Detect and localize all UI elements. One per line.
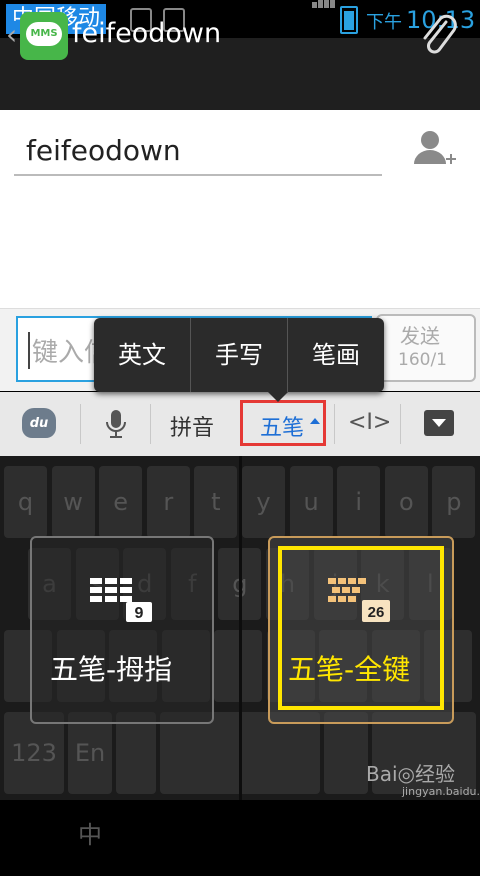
caret-up-icon	[310, 418, 320, 424]
toolbar-divider	[150, 404, 151, 444]
cursor-move-icon[interactable]: <I>	[348, 410, 391, 435]
key-o[interactable]: o	[384, 466, 428, 538]
key-comma[interactable]	[116, 712, 156, 794]
hide-keyboard-icon[interactable]	[424, 410, 454, 436]
baidu-ime-logo-icon[interactable]: du	[22, 408, 56, 438]
popup-item-stroke[interactable]: 笔画	[288, 318, 384, 392]
baidu-watermark: Bai◎经验 jingyan.baidu.com	[366, 758, 480, 798]
popup-pointer	[268, 392, 288, 402]
key-y[interactable]: y	[242, 466, 285, 538]
input-mode-popup: 英文 手写 笔画	[94, 318, 384, 392]
watermark-brand: Bai◎经验	[366, 762, 455, 786]
recipient-field[interactable]: feifeodown	[14, 126, 382, 176]
watermark-url: jingyan.baidu.com	[402, 785, 480, 798]
key-t[interactable]: t	[194, 466, 238, 538]
key-r[interactable]: r	[146, 466, 190, 538]
key-e[interactable]: e	[99, 466, 143, 538]
mms-app-icon[interactable]: MMS	[20, 12, 68, 60]
paperclip-icon[interactable]	[416, 12, 460, 56]
battery-icon	[340, 6, 358, 34]
keyboard-divider	[239, 456, 242, 800]
wubi-thumb-label: 五笔-拇指	[50, 653, 173, 686]
conversation-title: feifeodown	[72, 18, 222, 49]
toolbar-divider	[334, 404, 335, 444]
key-q[interactable]: q	[4, 466, 47, 538]
send-label: 发送	[400, 324, 440, 348]
full-badge: 26	[368, 604, 385, 621]
tab-wubi[interactable]: 五笔	[260, 410, 304, 442]
clock-ampm: 下午	[366, 12, 402, 33]
add-contact-icon[interactable]	[410, 128, 458, 172]
tab-pinyin[interactable]: 拼音	[170, 410, 214, 442]
popup-item-english[interactable]: 英文	[94, 318, 191, 392]
thumb-keypad-icon: 9	[90, 578, 152, 622]
toolbar-divider	[400, 404, 401, 444]
key-period[interactable]	[324, 712, 368, 794]
char-counter: 160/1	[398, 350, 447, 370]
key-u[interactable]: u	[289, 466, 333, 538]
recipient-value: feifeodown	[26, 134, 181, 167]
popup-item-handwriting[interactable]: 手写	[191, 318, 288, 392]
mms-icon-label: MMS	[26, 22, 62, 46]
key-w[interactable]: w	[51, 466, 95, 538]
key-p[interactable]: p	[432, 466, 476, 538]
back-chevron-icon[interactable]: ‹	[6, 18, 17, 51]
key-i[interactable]: i	[337, 466, 381, 538]
key-row3[interactable]	[214, 630, 262, 702]
key-language[interactable]: En 中	[68, 712, 112, 849]
thumb-badge: 9	[135, 605, 144, 622]
microphone-icon[interactable]	[104, 408, 128, 440]
full-keypad-icon: 26	[328, 578, 390, 622]
wubi-full-label: 五笔-全键	[288, 653, 411, 686]
wubi-thumb-option[interactable]	[30, 536, 214, 724]
key-numbers[interactable]: 123	[4, 712, 64, 794]
toolbar-divider	[80, 404, 81, 444]
